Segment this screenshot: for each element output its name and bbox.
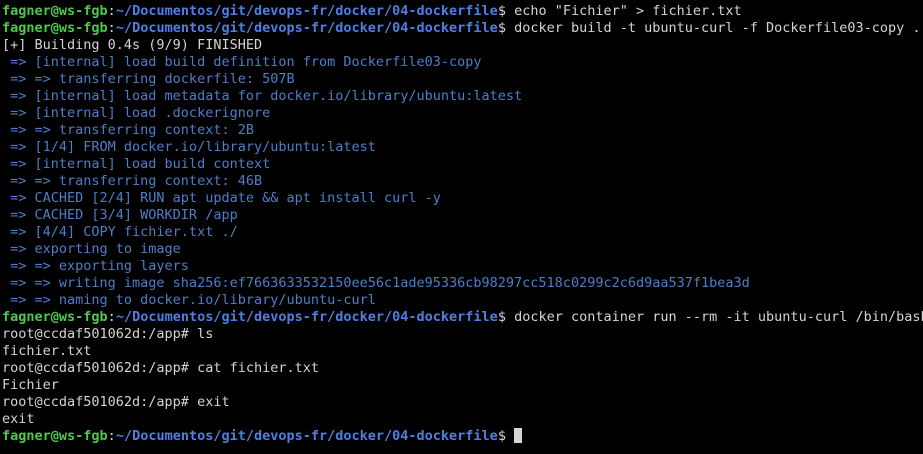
output-text: fichier.txt bbox=[2, 343, 92, 359]
prompt-user-host: fagner@ws-fgb bbox=[2, 20, 108, 36]
output-line: fichier.txt bbox=[2, 343, 923, 360]
prompt-symbol: $ bbox=[497, 428, 515, 444]
prompt-path: ~/Documentos/git/devops-fr/docker/04-doc… bbox=[115, 428, 498, 444]
prompt-separator: : bbox=[107, 428, 116, 444]
output-line: [+] Building 0.4s (9/9) FINISHED bbox=[2, 37, 923, 54]
build-output-text: => CACHED [2/4] RUN apt update && apt in… bbox=[2, 190, 441, 206]
output-line: exit bbox=[2, 411, 923, 428]
build-output-line: => [internal] load .dockerignore bbox=[2, 105, 923, 122]
build-output-line: => exporting to image bbox=[2, 241, 923, 258]
build-output-text: => CACHED [3/4] WORKDIR /app bbox=[2, 207, 238, 223]
build-output-line: => => transferring context: 2B bbox=[2, 122, 923, 139]
prompt-symbol: $ bbox=[497, 3, 515, 19]
build-output-line: => => transferring dockerfile: 507B bbox=[2, 71, 923, 88]
text-cursor[interactable] bbox=[514, 428, 523, 443]
build-output-text: => => transferring context: 2B bbox=[2, 122, 254, 138]
output-text: exit bbox=[2, 411, 35, 427]
build-output-line: => CACHED [3/4] WORKDIR /app bbox=[2, 207, 923, 224]
container-command: ls bbox=[197, 326, 214, 342]
prompt-user-host: fagner@ws-fgb bbox=[2, 428, 108, 444]
output-text: [+] Building 0.4s (9/9) FINISHED bbox=[2, 37, 263, 53]
prompt-path: ~/Documentos/git/devops-fr/docker/04-doc… bbox=[115, 20, 498, 36]
prompt-symbol: $ bbox=[497, 20, 515, 36]
build-output-line: => [internal] load build context bbox=[2, 156, 923, 173]
container-command: cat fichier.txt bbox=[197, 360, 319, 376]
terminal-window[interactable]: fagner@ws-fgb:~/Documentos/git/devops-fr… bbox=[0, 0, 923, 454]
container-prompt: root@ccdaf501062d:/app# bbox=[2, 326, 198, 342]
build-output-text: => => transferring context: 46B bbox=[2, 173, 263, 189]
container-prompt: root@ccdaf501062d:/app# bbox=[2, 394, 198, 410]
prompt-symbol: $ bbox=[497, 309, 515, 325]
build-output-line: => [4/4] COPY fichier.txt ./ bbox=[2, 224, 923, 241]
prompt-separator: : bbox=[107, 309, 116, 325]
shell-command: docker container run --rm -it ubuntu-cur… bbox=[514, 309, 923, 325]
container-prompt-line: root@ccdaf501062d:/app# ls bbox=[2, 326, 923, 343]
build-output-line: => => transferring context: 46B bbox=[2, 173, 923, 190]
build-output-text: => => transferring dockerfile: 507B bbox=[2, 71, 295, 87]
build-output-line: => => writing image sha256:ef76636335321… bbox=[2, 275, 923, 292]
build-output-line: => [internal] load metadata for docker.i… bbox=[2, 88, 923, 105]
build-output-line: => [internal] load build definition from… bbox=[2, 54, 923, 71]
build-output-text: => [internal] load build definition from… bbox=[2, 54, 482, 70]
build-output-line: => => exporting layers bbox=[2, 258, 923, 275]
shell-prompt-line: fagner@ws-fgb:~/Documentos/git/devops-fr… bbox=[2, 20, 923, 37]
build-output-text: => [4/4] COPY fichier.txt ./ bbox=[2, 224, 238, 240]
container-prompt-line: root@ccdaf501062d:/app# exit bbox=[2, 394, 923, 411]
output-line: Fichier bbox=[2, 377, 923, 394]
shell-prompt-line: fagner@ws-fgb:~/Documentos/git/devops-fr… bbox=[2, 428, 923, 445]
shell-prompt-line: fagner@ws-fgb:~/Documentos/git/devops-fr… bbox=[2, 3, 923, 20]
build-output-text: => [1/4] FROM docker.io/library/ubuntu:l… bbox=[2, 139, 376, 155]
build-output-text: => [internal] load .dockerignore bbox=[2, 105, 271, 121]
output-text: Fichier bbox=[2, 377, 59, 393]
prompt-path: ~/Documentos/git/devops-fr/docker/04-doc… bbox=[115, 309, 498, 325]
prompt-separator: : bbox=[107, 20, 116, 36]
build-output-text: => => naming to docker.io/library/ubuntu… bbox=[2, 292, 376, 308]
shell-command: echo "Fichier" > fichier.txt bbox=[514, 3, 742, 19]
build-output-text: => [internal] load build context bbox=[2, 156, 271, 172]
container-prompt-line: root@ccdaf501062d:/app# cat fichier.txt bbox=[2, 360, 923, 377]
build-output-text: => => writing image sha256:ef76636335321… bbox=[2, 275, 750, 291]
prompt-separator: : bbox=[107, 3, 116, 19]
prompt-user-host: fagner@ws-fgb bbox=[2, 309, 108, 325]
build-output-line: => CACHED [2/4] RUN apt update && apt in… bbox=[2, 190, 923, 207]
build-output-text: => exporting to image bbox=[2, 241, 181, 257]
build-output-text: => => exporting layers bbox=[2, 258, 189, 274]
shell-prompt-line: fagner@ws-fgb:~/Documentos/git/devops-fr… bbox=[2, 309, 923, 326]
prompt-path: ~/Documentos/git/devops-fr/docker/04-doc… bbox=[115, 3, 498, 19]
prompt-user-host: fagner@ws-fgb bbox=[2, 3, 108, 19]
container-command: exit bbox=[197, 394, 230, 410]
build-output-text: => [internal] load metadata for docker.i… bbox=[2, 88, 523, 104]
build-output-line: => [1/4] FROM docker.io/library/ubuntu:l… bbox=[2, 139, 923, 156]
container-prompt: root@ccdaf501062d:/app# bbox=[2, 360, 198, 376]
shell-command: docker build -t ubuntu-curl -f Dockerfil… bbox=[514, 20, 921, 36]
build-output-line: => => naming to docker.io/library/ubuntu… bbox=[2, 292, 923, 309]
